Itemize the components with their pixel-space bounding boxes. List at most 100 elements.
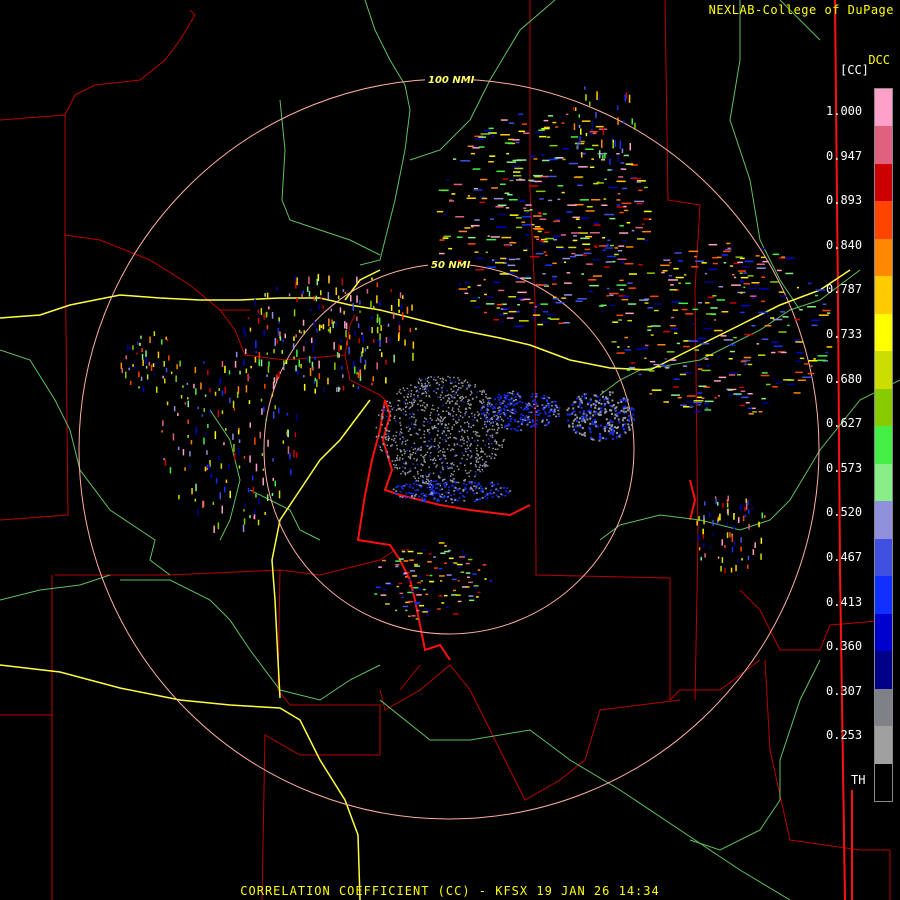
echo-pixel [611, 399, 614, 402]
echo-pixel [378, 414, 380, 416]
echo-pixel [385, 436, 387, 438]
echo-pixel [736, 394, 741, 397]
echo-pixel [462, 482, 465, 485]
echo-pixel [312, 366, 314, 371]
echo-pixel [724, 567, 726, 574]
echo-pixel [561, 191, 565, 194]
echo-pixel [359, 300, 361, 305]
echo-pixel [437, 499, 440, 502]
echo-pixel [638, 189, 643, 192]
echo-pixel [195, 388, 197, 395]
echo-pixel [807, 372, 815, 375]
echo-pixel [747, 275, 754, 277]
echo-pixel [500, 424, 503, 426]
echo-pixel [146, 374, 149, 380]
echo-pixel [410, 384, 412, 386]
echo-pixel [521, 215, 531, 218]
echo-pixel [543, 283, 548, 286]
echo-pixel [626, 246, 634, 248]
echo-pixel [511, 409, 514, 411]
echo-pixel [472, 397, 474, 400]
echo-pixel [127, 344, 129, 351]
echo-pixel [556, 247, 566, 250]
echo-pixel [534, 413, 537, 416]
echo-pixel [221, 390, 224, 396]
echo-pixel [475, 447, 478, 450]
echo-pixel [257, 519, 260, 526]
echo-pixel [486, 238, 497, 241]
echo-pixel [497, 419, 500, 421]
echo-pixel [461, 457, 463, 460]
echo-pixel [590, 406, 592, 409]
echo-pixel [129, 346, 131, 349]
echo-pixel [429, 574, 433, 577]
echo-pixel [719, 513, 721, 521]
echo-pixel [409, 457, 412, 460]
echo-pixel [401, 454, 403, 456]
echo-pixel [581, 418, 584, 421]
echo-pixel [433, 378, 435, 381]
echo-pixel [596, 395, 599, 398]
echo-pixel [498, 394, 501, 396]
echo-pixel [193, 383, 195, 389]
echo-pixel [514, 396, 517, 398]
echo-pixel [797, 286, 799, 289]
echo-pixel [413, 394, 415, 396]
echo-pixel [432, 484, 434, 487]
echo-pixel [589, 101, 591, 106]
echo-pixel [494, 398, 497, 400]
echo-pixel [502, 178, 509, 180]
echo-pixel [550, 409, 553, 411]
echo-pixel [497, 496, 500, 498]
echo-pixel [455, 385, 458, 387]
echo-pixel [421, 404, 424, 407]
echo-pixel [420, 437, 422, 439]
echo-pixel [437, 407, 440, 409]
echo-pixel [497, 427, 500, 429]
echo-pixel [422, 499, 425, 502]
echo-pixel [513, 408, 516, 411]
echo-pixel [458, 468, 460, 471]
echo-pixel [499, 401, 502, 404]
echo-pixel [396, 457, 398, 460]
echo-pixel [403, 560, 409, 562]
echo-pixel [712, 295, 717, 297]
echo-pixel [410, 570, 415, 572]
echo-pixel [669, 325, 676, 327]
echo-pixel [495, 418, 498, 420]
echo-pixel [661, 271, 665, 274]
echo-pixel [444, 416, 446, 419]
echo-pixel [615, 414, 618, 417]
echo-pixel [617, 346, 620, 348]
echo-pixel [423, 436, 426, 439]
echo-pixel [460, 160, 471, 162]
echo-pixel [404, 450, 406, 453]
echo-pixel [498, 399, 501, 401]
echo-pixel [266, 352, 268, 355]
echo-pixel [166, 338, 169, 342]
echo-pixel [410, 390, 413, 392]
echo-pixel [539, 218, 547, 220]
echo-pixel [446, 462, 448, 464]
echo-pixel [399, 417, 401, 419]
echo-pixel [427, 430, 429, 432]
echo-pixel [437, 428, 439, 430]
echo-pixel [470, 483, 473, 485]
echo-pixel [458, 387, 460, 389]
echo-pixel [450, 498, 453, 500]
echo-pixel [142, 386, 145, 392]
echo-pixel [446, 496, 449, 499]
echo-pixel [467, 400, 469, 403]
echo-pixel [593, 410, 596, 413]
legend-color-bar [874, 88, 893, 802]
echo-pixel [462, 400, 465, 403]
echo-pixel [423, 425, 425, 427]
echo-pixel [485, 426, 487, 428]
echo-pixel [493, 197, 504, 200]
echo-pixel [224, 365, 226, 373]
echo-pixel [499, 445, 501, 447]
echo-pixel [575, 300, 583, 302]
echo-pixel [422, 464, 424, 466]
echo-pixel [373, 338, 375, 343]
echo-pixel [443, 235, 451, 238]
